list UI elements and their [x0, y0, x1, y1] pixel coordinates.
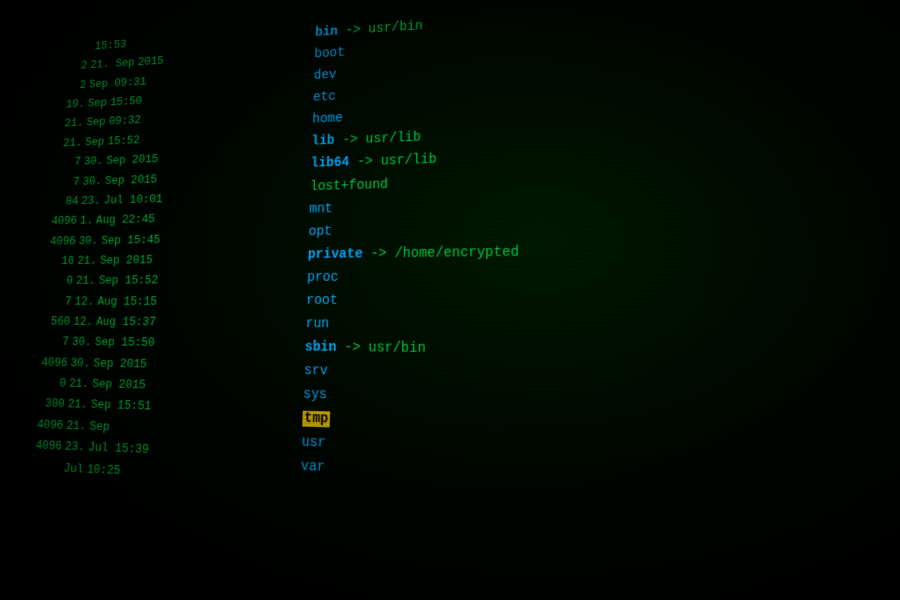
terminal-screen: 15:53 2 21. Sep 2015 2 Sep 09:31 19. Sep…: [0, 0, 900, 600]
list-item: 560 12. Aug 15:37: [28, 312, 279, 334]
list-item: 0 21. Sep 15:52: [31, 270, 280, 292]
list-item: 7 12. Aug 15:15: [29, 291, 279, 312]
list-item: 16 21. Sep 2015: [32, 249, 281, 272]
list-item: root: [306, 288, 864, 314]
terminal-grid: 15:53 2 21. Sep 2015 2 Sep 09:31 19. Sep…: [0, 0, 900, 546]
terminal-content: 15:53 2 21. Sep 2015 2 Sep 09:31 19. Sep…: [0, 0, 900, 600]
left-column: 15:53 2 21. Sep 2015 2 Sep 09:31 19. Sep…: [9, 16, 289, 489]
right-column: bin -> usr/bin boot dev etc home lib: [272, 0, 874, 516]
list-item: proc: [307, 262, 863, 290]
